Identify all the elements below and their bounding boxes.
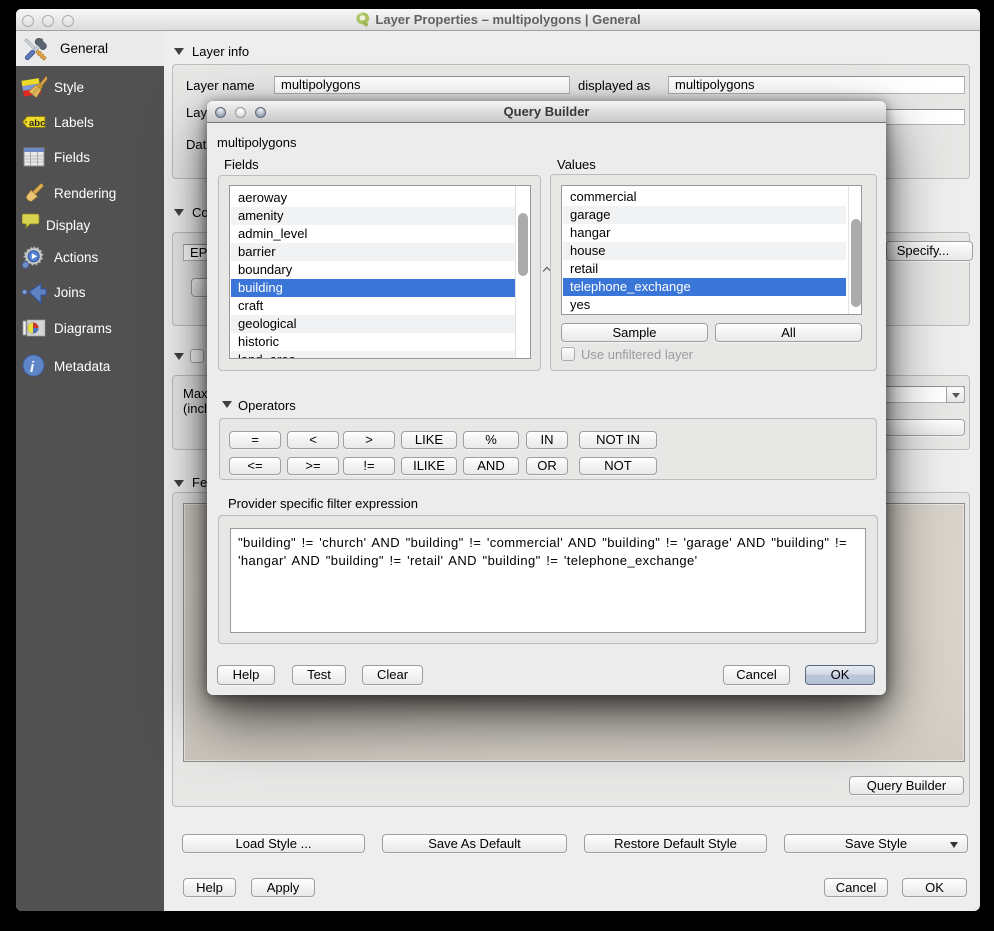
svg-text:abc: abc [29, 118, 45, 129]
